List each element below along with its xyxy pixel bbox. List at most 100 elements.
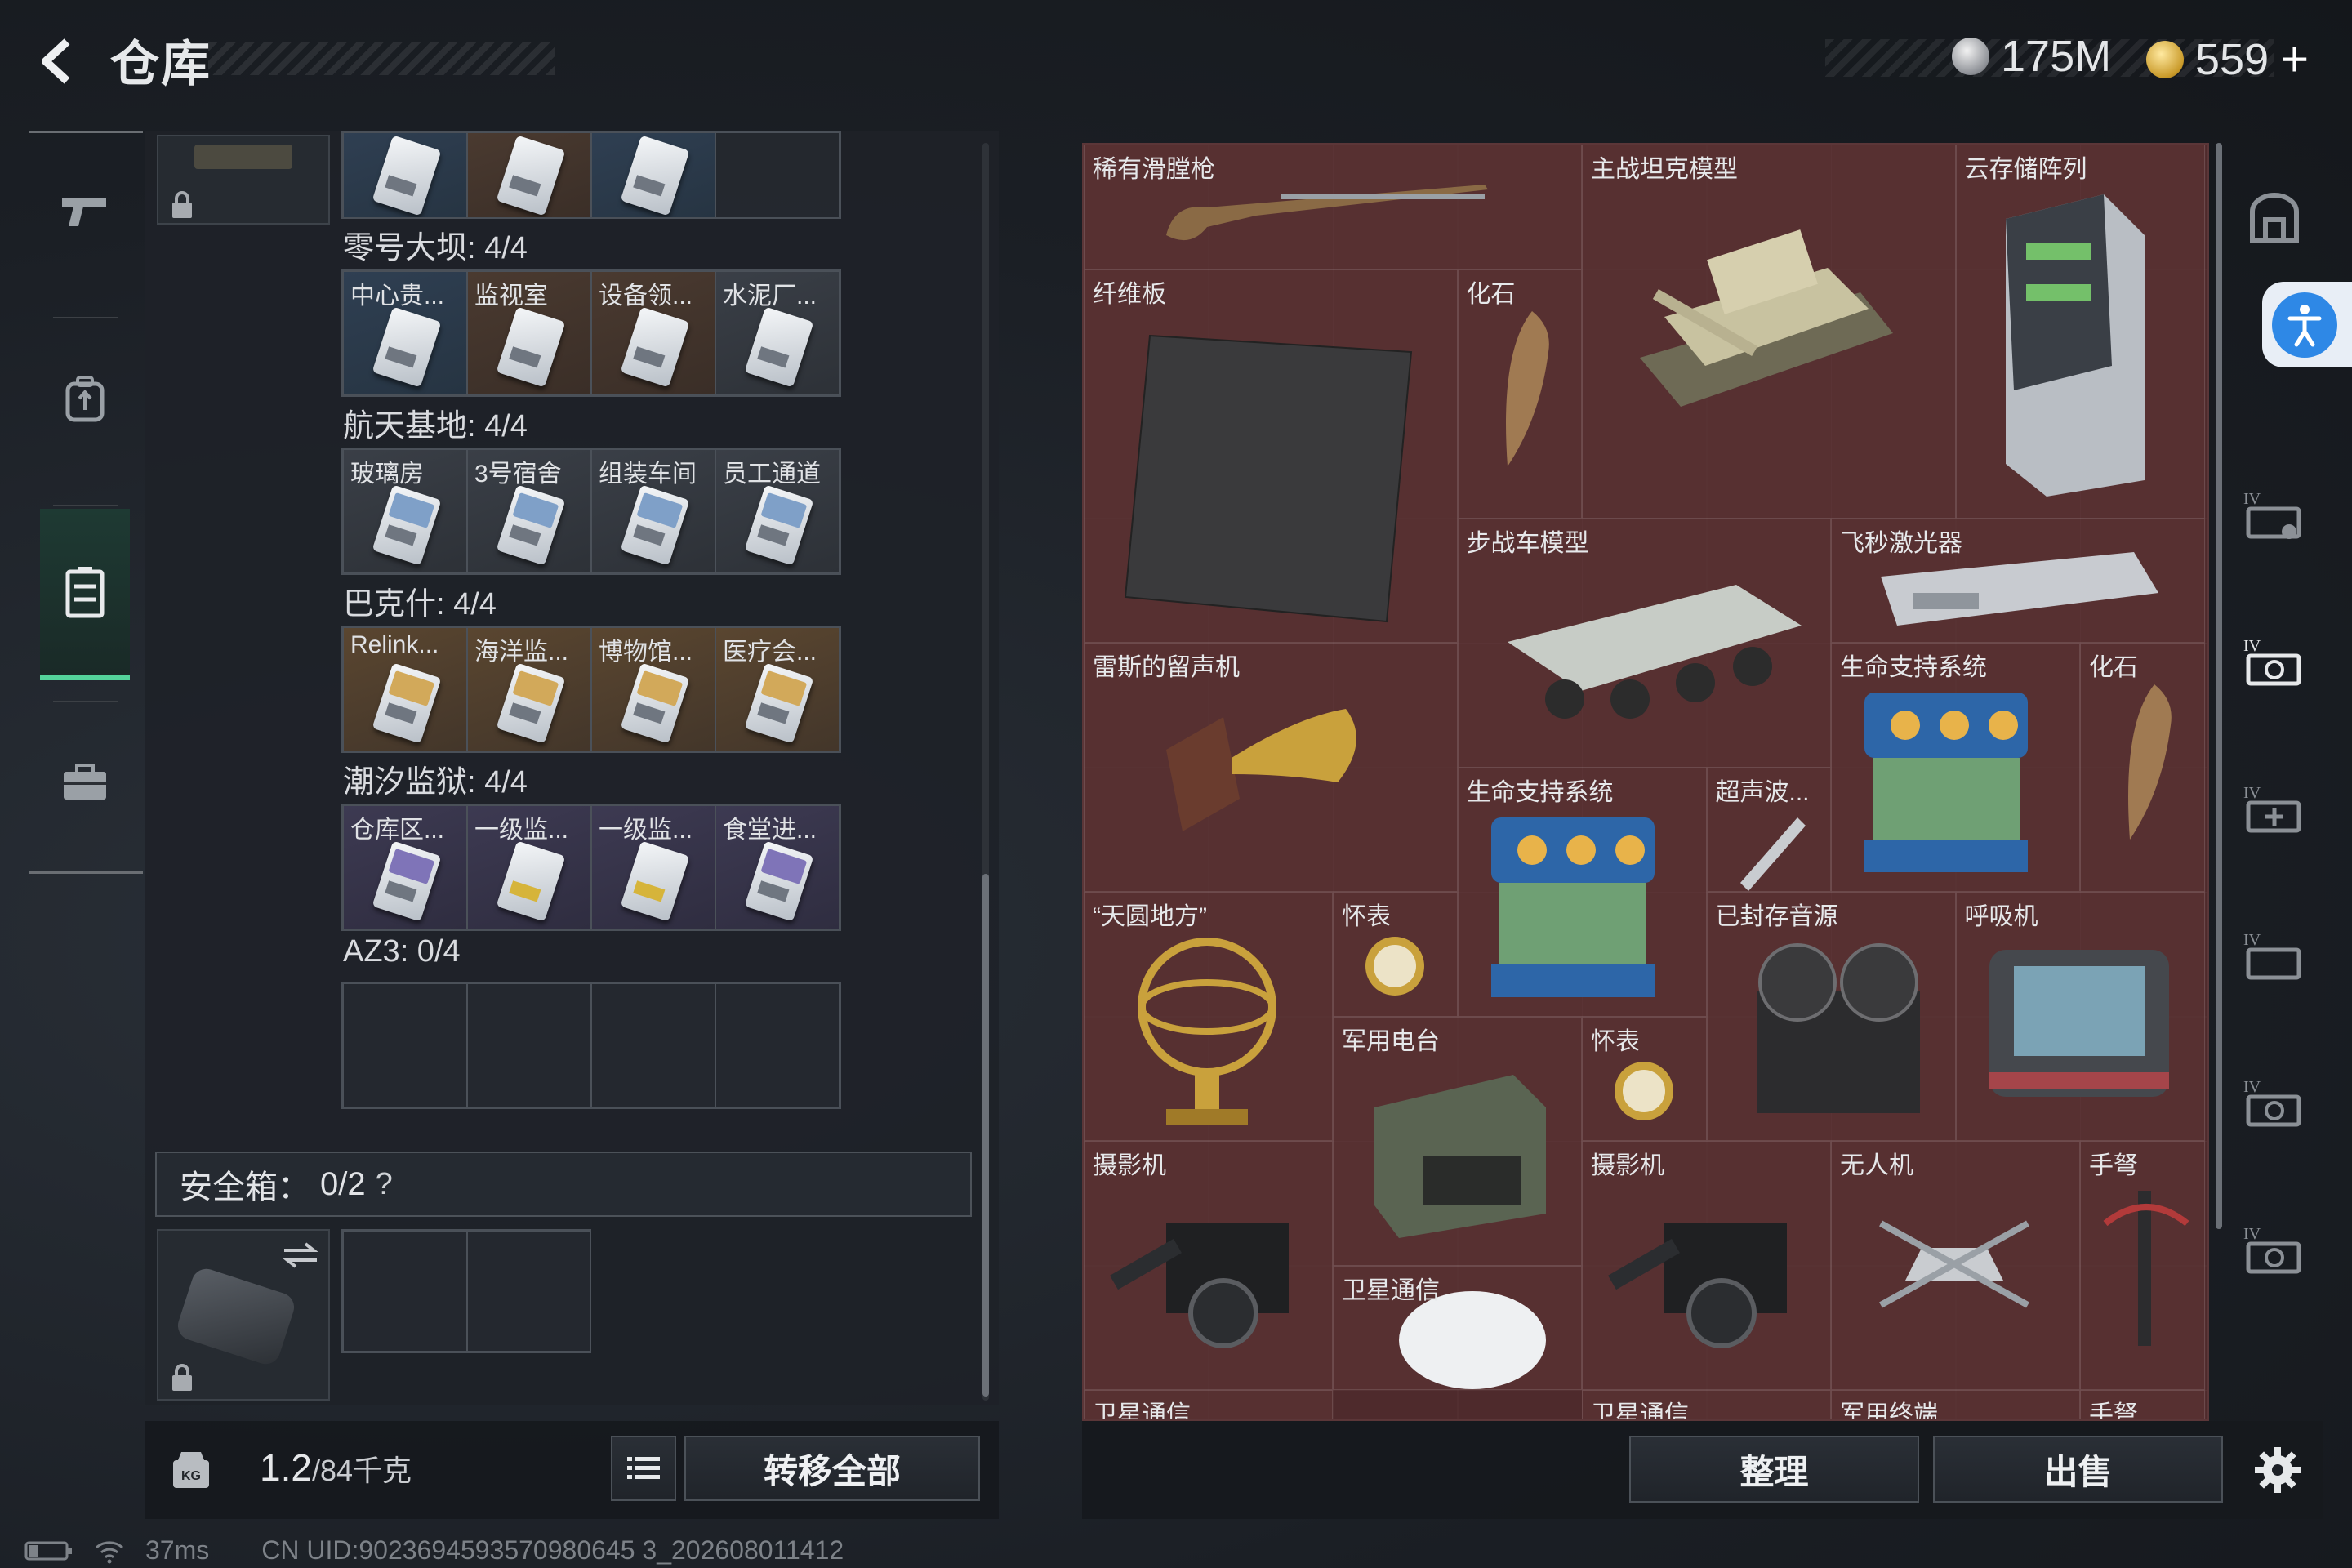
stash-item[interactable]: “天圆地方” <box>1084 892 1333 1141</box>
key-card-label: 3号宿舍 <box>474 461 562 488</box>
stash-item[interactable]: 怀表 <box>1333 892 1458 1017</box>
stash-item[interactable]: 手弩 <box>2080 1390 2205 1419</box>
stash-item[interactable]: 无人机 <box>1831 1141 2080 1390</box>
safebox-slot-empty[interactable] <box>467 1231 591 1352</box>
stash-item[interactable]: 主战坦克模型 <box>1582 145 1956 519</box>
key-grid: 中心贵... 监视室 设备领... 水泥厂... <box>341 270 841 397</box>
key-card[interactable]: 组装车间 <box>591 449 715 573</box>
key-slot-empty[interactable] <box>343 983 467 1107</box>
stash-item[interactable]: 摄影机 <box>1582 1141 1831 1390</box>
key-card[interactable]: 海洋监... <box>467 627 591 751</box>
nav-divider <box>53 505 118 506</box>
key-card[interactable]: Relink... <box>343 627 467 751</box>
accessibility-floating-button[interactable] <box>2262 282 2352 368</box>
keycase-slot[interactable] <box>157 135 330 225</box>
key-card[interactable]: 医疗会... <box>715 627 840 751</box>
svg-text:IV: IV <box>2243 1225 2261 1243</box>
stash-item[interactable]: 超声波... <box>1706 767 1831 892</box>
stash-item[interactable]: 生命支持系统 <box>1831 643 2080 892</box>
stash-item[interactable]: 稀有滑膛枪 <box>1084 145 1582 270</box>
safebox-help-button[interactable]: ? <box>376 1167 393 1202</box>
stash-item[interactable]: 化石 <box>2080 643 2205 892</box>
stash-scrollbar[interactable] <box>2216 143 2222 1229</box>
stash-item[interactable]: 雷斯的留声机 <box>1084 643 1458 892</box>
backpack-icon <box>65 376 105 422</box>
key-card-label: 水泥厂... <box>723 283 817 310</box>
safe-icon <box>2250 193 2299 243</box>
rail-safe-box-button[interactable] <box>2238 184 2311 257</box>
nav-locker[interactable] <box>40 509 130 680</box>
list-icon <box>627 1457 660 1479</box>
rail-stash-page-button[interactable]: IV <box>2238 772 2311 845</box>
safebox-slot-empty[interactable] <box>343 1231 467 1352</box>
safebox-container-slot[interactable] <box>157 1229 330 1401</box>
key-card[interactable] <box>467 132 591 217</box>
key-card[interactable] <box>343 132 467 217</box>
inventory-footer: KG 1.2/84千克 转移全部 <box>145 1421 999 1519</box>
back-button[interactable] <box>24 33 90 90</box>
stash-item[interactable]: 怀表 <box>1582 1016 1707 1141</box>
lock-icon <box>172 1364 192 1391</box>
key-card[interactable]: 一级监... <box>467 805 591 929</box>
rail-stash-page-button[interactable]: IV <box>2238 478 2311 551</box>
key-card-label: 博物馆... <box>599 639 693 666</box>
key-card[interactable]: 食堂进... <box>715 805 840 929</box>
stash-item-name: 纤维板 <box>1093 280 1166 308</box>
stash-item-name: 无人机 <box>1840 1152 1913 1179</box>
key-slot-empty[interactable] <box>467 983 591 1107</box>
stash-item[interactable]: 纤维板 <box>1084 269 1458 643</box>
stash-item[interactable]: 呼吸机 <box>1955 892 2205 1141</box>
key-card[interactable]: 水泥厂... <box>715 271 840 395</box>
key-card[interactable] <box>591 132 715 217</box>
stash-item[interactable]: 飞秒激光器 <box>1831 518 2205 643</box>
transfer-all-button[interactable]: 转移全部 <box>684 1436 980 1501</box>
key-card-label: 员工通道 <box>723 461 821 488</box>
stash-item-name: 怀表 <box>1342 903 1391 930</box>
stash-item[interactable]: 军用终端 <box>1831 1390 2080 1419</box>
key-card[interactable]: 中心贵... <box>343 271 467 395</box>
list-view-button[interactable] <box>611 1436 676 1501</box>
key-card-label: Relink... <box>350 631 439 658</box>
nav-weapons[interactable] <box>40 133 130 288</box>
key-slot-empty[interactable] <box>715 983 840 1107</box>
sell-button[interactable]: 出售 <box>1933 1436 2223 1503</box>
rail-stash-page-button-active[interactable]: IV <box>2238 625 2311 698</box>
left-nav <box>29 131 143 874</box>
key-card[interactable]: 设备领... <box>591 271 715 395</box>
key-card-label: 玻璃房 <box>350 461 424 488</box>
key-card[interactable]: 玻璃房 <box>343 449 467 573</box>
stash-item[interactable]: 卫星通信 <box>1333 1265 1582 1390</box>
key-slot-empty[interactable] <box>591 983 715 1107</box>
add-currency-button[interactable]: + <box>2280 31 2309 87</box>
swap-icon[interactable] <box>281 1239 320 1272</box>
stash-item[interactable]: 生命支持系统 <box>1457 767 1707 1017</box>
key-card[interactable]: 员工通道 <box>715 449 840 573</box>
stash-item[interactable]: 卫星通信 <box>1084 1390 1333 1419</box>
sort-button[interactable]: 整理 <box>1629 1436 1919 1503</box>
stash-item[interactable]: 卫星通信 <box>1582 1390 1831 1419</box>
key-card[interactable]: 一级监... <box>591 805 715 929</box>
stash-item[interactable]: 化石 <box>1457 269 1582 519</box>
stash-item[interactable]: 步战车模型 <box>1457 518 1831 768</box>
keycard-icon <box>496 662 566 744</box>
key-card-empty[interactable] <box>715 132 840 217</box>
nav-backpack[interactable] <box>40 321 130 476</box>
stash-item[interactable]: 已封存音源 <box>1706 892 1956 1141</box>
ping-readout: 37ms <box>145 1535 210 1565</box>
inventory-scroll-thumb[interactable] <box>982 874 989 1396</box>
stash-page-icon: IV <box>2243 784 2301 833</box>
key-card[interactable]: 3号宿舍 <box>467 449 591 573</box>
stash-item[interactable]: 军用电台 <box>1333 1016 1582 1266</box>
nav-briefcase[interactable] <box>40 705 130 860</box>
lock-icon <box>172 191 192 218</box>
key-card[interactable]: 监视室 <box>467 271 591 395</box>
stash-item[interactable]: 摄影机 <box>1084 1141 1333 1390</box>
rail-stash-page-button[interactable]: IV <box>2238 919 2311 992</box>
settings-gear-icon[interactable] <box>2252 1444 2304 1496</box>
rail-stash-page-button[interactable]: IV <box>2238 1213 2311 1286</box>
stash-item[interactable]: 手弩 <box>2080 1141 2205 1390</box>
stash-item[interactable]: 云存储阵列 <box>1955 145 2205 519</box>
key-card[interactable]: 博物馆... <box>591 627 715 751</box>
rail-stash-page-button[interactable]: IV <box>2238 1066 2311 1139</box>
key-card[interactable]: 仓库区... <box>343 805 467 929</box>
